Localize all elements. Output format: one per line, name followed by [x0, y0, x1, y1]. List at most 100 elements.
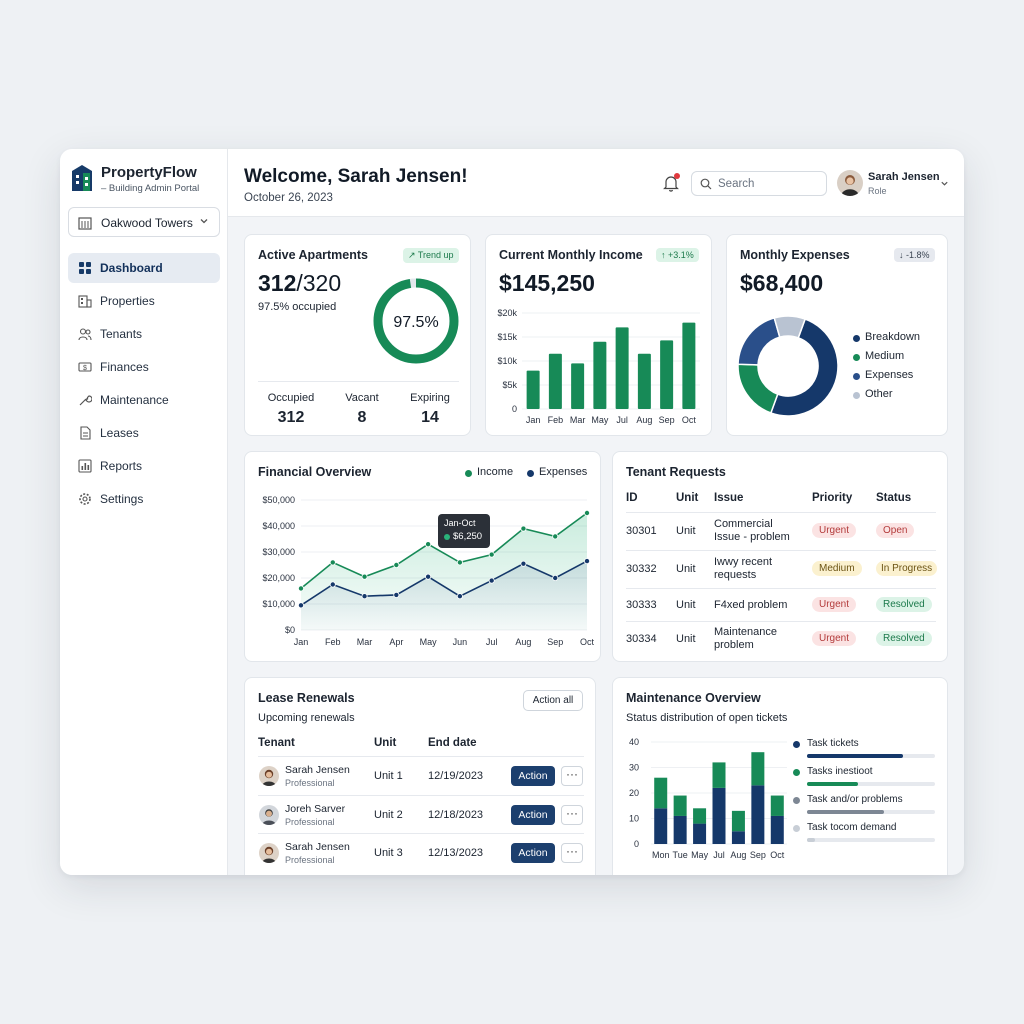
- card-title: Maintenance Overview: [626, 691, 761, 705]
- maintenance-legend: Task tickets Tasks inestioot Task and/or p…: [793, 738, 943, 848]
- x-tick-label: Mar: [570, 415, 586, 425]
- property-select[interactable]: Oakwood Towers: [68, 207, 220, 237]
- progress-fill: [807, 754, 903, 758]
- col-header-issue: Issue: [714, 492, 744, 504]
- x-tick-label: Jul: [486, 637, 498, 647]
- x-tick-label: Jan: [294, 637, 309, 647]
- occupancy-label: 97.5%: [393, 314, 438, 331]
- col-header-unit: Unit: [676, 492, 699, 504]
- x-tick-label: Apr: [389, 637, 403, 647]
- col-header-status: Status: [876, 492, 912, 504]
- table-row[interactable]: 30332 Unit Iwwy recent requests Medium I…: [613, 551, 949, 587]
- legend-dot: [793, 769, 800, 776]
- more-options-button[interactable]: ···: [561, 805, 583, 825]
- status-badge: Resolved: [876, 631, 932, 646]
- maintenance-bar: [751, 752, 765, 786]
- legend-dot: [793, 825, 800, 832]
- maintenance-bar: [654, 808, 668, 844]
- request-issue: Maintenance problem: [714, 626, 777, 651]
- legend-label: Other: [865, 388, 893, 400]
- col-header-tenant: Tenant: [258, 737, 295, 749]
- sidebar-item-finances[interactable]: $ Finances: [68, 352, 220, 382]
- sidebar-item-label: Tenants: [100, 327, 143, 341]
- card-subtitle: Upcoming renewals: [258, 712, 355, 724]
- action-button[interactable]: Action: [511, 766, 555, 786]
- document-icon: [80, 426, 91, 440]
- more-options-button[interactable]: ···: [561, 766, 583, 786]
- y-tick-label: 30: [629, 763, 639, 773]
- col-header-unit: Unit: [374, 737, 397, 749]
- y-tick-label: 0: [634, 839, 639, 849]
- table-row[interactable]: 30334 Unit Maintenance problem Urgent Re…: [613, 622, 949, 658]
- legend-item: Other: [853, 388, 943, 402]
- maintenance-bar: [770, 795, 784, 816]
- gear-icon: [79, 493, 91, 505]
- chevron-down-icon[interactable]: [940, 179, 949, 188]
- request-id: 30333: [626, 599, 657, 611]
- maintenance-bar-chart: 0 10 20 30 40 Mon Tue May Jul Aug Sep Oct: [629, 737, 787, 860]
- data-point: [393, 591, 400, 598]
- action-button[interactable]: Action: [511, 843, 555, 863]
- x-tick-label: Feb: [548, 415, 564, 425]
- sidebar-item-tenants[interactable]: Tenants: [68, 319, 220, 349]
- legend-label: Expenses: [865, 369, 914, 381]
- data-point: [298, 602, 305, 609]
- action-all-button[interactable]: Action all: [523, 690, 583, 711]
- legend-expenses-label: Expenses: [539, 466, 588, 478]
- sidebar-item-properties[interactable]: Properties: [68, 286, 220, 316]
- sidebar-item-leases[interactable]: Leases: [68, 418, 220, 448]
- sidebar-item-maintenance[interactable]: Maintenance: [68, 385, 220, 415]
- progress-fill: [807, 810, 884, 814]
- data-point: [520, 560, 527, 567]
- tenant-requests-card: Tenant Requests ID Unit Issue Priority S…: [612, 451, 948, 662]
- y-tick-label: $20k: [497, 308, 517, 318]
- stat-value-occupied: 312: [277, 409, 305, 426]
- legend-item: Task and/or problems: [793, 794, 943, 818]
- card-title: Monthly Expenses: [740, 248, 850, 262]
- sidebar-item-dashboard[interactable]: Dashboard: [68, 253, 220, 283]
- more-options-button[interactable]: ···: [561, 843, 583, 863]
- income-bar-chart: 0 $5k $10k $15k $20k Jan Feb Mar May Jul Aug Sep Oct: [497, 308, 700, 425]
- legend-label: Task tickets: [807, 738, 859, 749]
- income-bar: [682, 322, 696, 409]
- legend-dot: [853, 373, 860, 380]
- x-tick-label: Jun: [453, 637, 468, 647]
- data-point: [488, 551, 495, 558]
- legend-item: Tasks inestioot: [793, 766, 943, 790]
- user-name[interactable]: Sarah Jensen: [868, 171, 940, 183]
- card-title: Financial Overview: [258, 465, 372, 479]
- y-tick-label: 10: [629, 814, 639, 824]
- expenses-change-badge: ↓ -1.8%: [894, 248, 935, 262]
- income-bar: [615, 327, 629, 409]
- expenses-legend: Breakdown Medium Expenses Other: [853, 331, 943, 411]
- lease-end-date: 12/13/2023: [428, 847, 484, 859]
- table-row[interactable]: 30301 Unit Commercial Issue - problem Ur…: [613, 513, 949, 549]
- data-point: [583, 558, 590, 565]
- legend-income-label: Income: [477, 466, 514, 478]
- monthly-income-card: Current Monthly Income ↑ +3.1% $145,250 …: [485, 234, 712, 436]
- search-icon: [700, 178, 712, 190]
- data-point: [361, 573, 368, 580]
- table-row[interactable]: 30333 Unit F4xed problem Urgent Resolved: [613, 589, 949, 621]
- tooltip-dot: [444, 534, 450, 540]
- sidebar-item-reports[interactable]: Reports: [68, 451, 220, 481]
- y-tick-label: $20,000: [262, 573, 295, 583]
- y-tick-label: 0: [512, 404, 517, 414]
- data-point: [583, 509, 590, 516]
- request-issue: F4xed problem: [714, 599, 788, 611]
- lease-unit: Unit 3: [374, 847, 403, 859]
- y-tick-label: $5k: [502, 380, 517, 390]
- data-point: [361, 593, 368, 600]
- user-avatar[interactable]: [837, 170, 863, 196]
- x-tick-label: Oct: [682, 415, 697, 425]
- search-input[interactable]: Search: [691, 171, 827, 196]
- priority-badge: Urgent: [812, 523, 857, 538]
- action-button[interactable]: Action: [511, 805, 555, 825]
- sidebar-item-settings[interactable]: Settings: [68, 484, 220, 514]
- legend-label: Tasks inestioot: [807, 766, 873, 777]
- income-bar: [571, 363, 585, 409]
- apartments-count: 312/320: [258, 270, 341, 297]
- income-bar: [526, 370, 540, 409]
- request-unit: Unit: [676, 525, 696, 537]
- maintenance-bar: [751, 785, 765, 844]
